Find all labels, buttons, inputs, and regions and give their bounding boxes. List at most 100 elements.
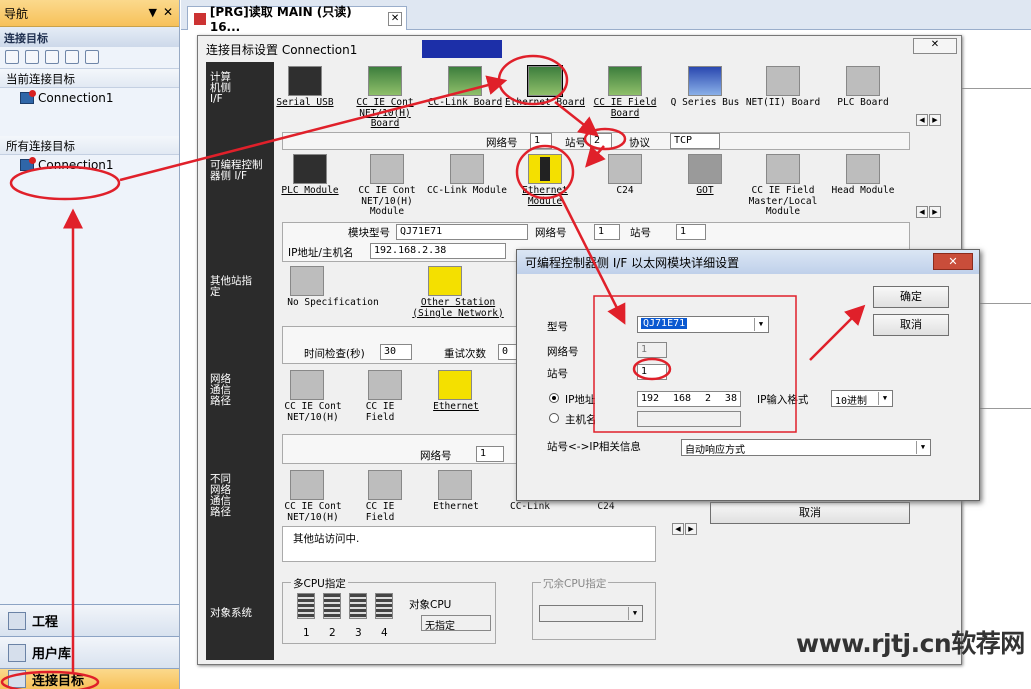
cc-ie-field-master-icon[interactable] xyxy=(766,154,800,184)
scroll-right-button[interactable]: ▶ xyxy=(929,114,941,126)
got-caption[interactable]: GOT xyxy=(663,185,747,197)
tab-main-program[interactable]: [PRG]读取 MAIN (只读) 16... ✕ xyxy=(187,5,407,34)
q-series-bus-icon[interactable] xyxy=(688,66,722,96)
diff-scroll-left-button[interactable]: ◀ xyxy=(672,523,684,535)
sub-cancel-button[interactable]: 取消 xyxy=(873,314,949,336)
head-module-icon[interactable] xyxy=(846,154,880,184)
tab-connection[interactable]: 连接目标 xyxy=(0,668,179,689)
ip-octet-2[interactable]: 168 xyxy=(673,393,691,405)
q-series-bus-caption[interactable]: Q Series Bus xyxy=(663,97,747,109)
scroll-left-button[interactable]: ◀ xyxy=(916,114,928,126)
subdialog-close-button[interactable]: ✕ xyxy=(933,253,973,270)
ip-octet-1[interactable]: 192 xyxy=(641,393,659,405)
cc-ie-cont-board-caption[interactable]: CC IE Cont NET/10(H) Board xyxy=(343,97,427,130)
cpu-1-icon[interactable] xyxy=(297,593,315,619)
cc-ie-cont-module-caption[interactable]: CC IE Cont NET/10(H) Module xyxy=(345,185,429,218)
close-icon[interactable]: ✕ xyxy=(163,5,173,19)
head-module-caption[interactable]: Head Module xyxy=(821,185,905,197)
tab-user-library[interactable]: 用户库 xyxy=(0,636,179,668)
plc-scroll-left-button[interactable]: ◀ xyxy=(916,206,928,218)
host-name-radio[interactable] xyxy=(549,413,559,423)
cc-link-board-icon[interactable] xyxy=(448,66,482,96)
station-field[interactable]: 1 xyxy=(637,364,667,380)
diff-cc-ie-cont-icon[interactable] xyxy=(290,470,324,500)
plc-module-caption[interactable]: PLC Module xyxy=(268,185,352,197)
plc-scroll-right-button[interactable]: ▶ xyxy=(929,206,941,218)
cc-link-board-caption[interactable]: CC-Link Board xyxy=(423,97,507,109)
route-cc-ie-cont-icon[interactable] xyxy=(290,370,324,400)
ethernet-module-icon[interactable] xyxy=(528,154,562,184)
other-station-single-icon[interactable] xyxy=(428,266,462,296)
new-connection-icon[interactable] xyxy=(5,50,19,64)
serial-usb-icon[interactable] xyxy=(288,66,322,96)
cc-link-module-icon[interactable] xyxy=(450,154,484,184)
station-label: 站号 xyxy=(547,368,568,380)
route-network-field[interactable]: 1 xyxy=(476,446,504,462)
net-ii-board-caption[interactable]: NET(II) Board xyxy=(741,97,825,109)
cc-ie-cont-board-icon[interactable] xyxy=(368,66,402,96)
route-cc-ie-field-caption[interactable]: CC IE Field xyxy=(350,401,410,423)
paste-icon[interactable] xyxy=(45,50,59,64)
no-specification-caption[interactable]: No Specification xyxy=(278,297,388,309)
redundant-label: 冗余CPU指定 xyxy=(541,576,609,591)
ethernet-module-caption[interactable]: Ethernet Module xyxy=(503,185,587,207)
ethernet-board-icon[interactable] xyxy=(527,65,563,97)
diff-cc-link-caption[interactable]: CC-Link xyxy=(494,501,566,513)
diff-ethernet-icon[interactable] xyxy=(438,470,472,500)
current-connection-item[interactable]: Connection1 xyxy=(0,88,179,108)
pc-network-field: 1 xyxy=(530,133,552,149)
ip-octet-3[interactable]: 2 xyxy=(705,393,711,405)
diff-c24-caption[interactable]: C24 xyxy=(570,501,642,513)
model-select[interactable]: QJ71E71 ▼ xyxy=(637,316,769,333)
ip-address-radio[interactable] xyxy=(549,393,559,403)
time-check-field[interactable]: 30 xyxy=(380,344,412,360)
diff-cc-ie-cont-caption[interactable]: CC IE Cont NET/10(H) xyxy=(272,501,354,523)
info-icon[interactable] xyxy=(65,50,79,64)
route-ethernet-icon[interactable] xyxy=(438,370,472,400)
ip-address-field[interactable]: 192 168 2 38 xyxy=(637,391,741,407)
c24-caption[interactable]: C24 xyxy=(583,185,667,197)
cc-ie-field-master-caption[interactable]: CC IE Field Master/Local Module xyxy=(741,185,825,218)
model-label: 型号 xyxy=(547,321,568,333)
ip-format-select[interactable]: 10进制 ▼ xyxy=(831,390,893,407)
plc-board-caption[interactable]: PLC Board xyxy=(821,97,905,109)
ok-button[interactable]: 确定 xyxy=(873,286,949,308)
cpu-4-icon[interactable] xyxy=(375,593,393,619)
ethernet-board-caption[interactable]: Ethernet Board xyxy=(503,97,587,109)
refresh-icon[interactable] xyxy=(85,50,99,64)
all-connection-item[interactable]: Connection1 xyxy=(0,155,179,175)
cc-ie-cont-module-icon[interactable] xyxy=(370,154,404,184)
other-station-single-caption[interactable]: Other Station (Single Network) xyxy=(408,297,508,319)
plc-module-icon[interactable] xyxy=(293,154,327,184)
diff-scroll-right-button[interactable]: ▶ xyxy=(685,523,697,535)
got-icon[interactable] xyxy=(688,154,722,184)
ip-octet-4[interactable]: 38 xyxy=(725,393,737,405)
diff-cc-ie-field-icon[interactable] xyxy=(368,470,402,500)
c24-icon[interactable] xyxy=(608,154,642,184)
close-tab-icon[interactable]: ✕ xyxy=(388,11,403,26)
cpu-3-icon[interactable] xyxy=(349,593,367,619)
retry-field[interactable]: 0 xyxy=(498,344,518,360)
serial-usb-caption[interactable]: Serial USB xyxy=(263,97,347,109)
route-cc-ie-cont-caption[interactable]: CC IE Cont NET/10(H) xyxy=(272,401,354,423)
pin-icon[interactable]: ▼ xyxy=(149,6,157,19)
diff-ethernet-caption[interactable]: Ethernet xyxy=(420,501,492,513)
cpu-4-label: 4 xyxy=(381,627,388,639)
plc-ip-field: 192.168.2.38 xyxy=(370,243,506,259)
plc-board-icon[interactable] xyxy=(846,66,880,96)
cc-link-module-caption[interactable]: CC-Link Module xyxy=(425,185,509,197)
mapping-select[interactable]: 自动响应方式 ▼ xyxy=(681,439,931,456)
cpu-2-icon[interactable] xyxy=(323,593,341,619)
dialog-close-button[interactable]: ✕ xyxy=(913,38,957,54)
cc-ie-field-board-caption[interactable]: CC IE Field Board xyxy=(583,97,667,119)
route-cc-ie-field-icon[interactable] xyxy=(368,370,402,400)
copy-icon[interactable] xyxy=(25,50,39,64)
redundant-select[interactable]: ▼ xyxy=(539,605,643,622)
net-ii-board-icon[interactable] xyxy=(766,66,800,96)
route-ethernet-caption[interactable]: Ethernet xyxy=(420,401,492,413)
cc-ie-field-board-icon[interactable] xyxy=(608,66,642,96)
no-specification-icon[interactable] xyxy=(290,266,324,296)
tab-project[interactable]: 工程 xyxy=(0,604,179,636)
diff-cc-ie-field-caption[interactable]: CC IE Field xyxy=(350,501,410,523)
main-cancel-button[interactable]: 取消 xyxy=(710,502,910,524)
